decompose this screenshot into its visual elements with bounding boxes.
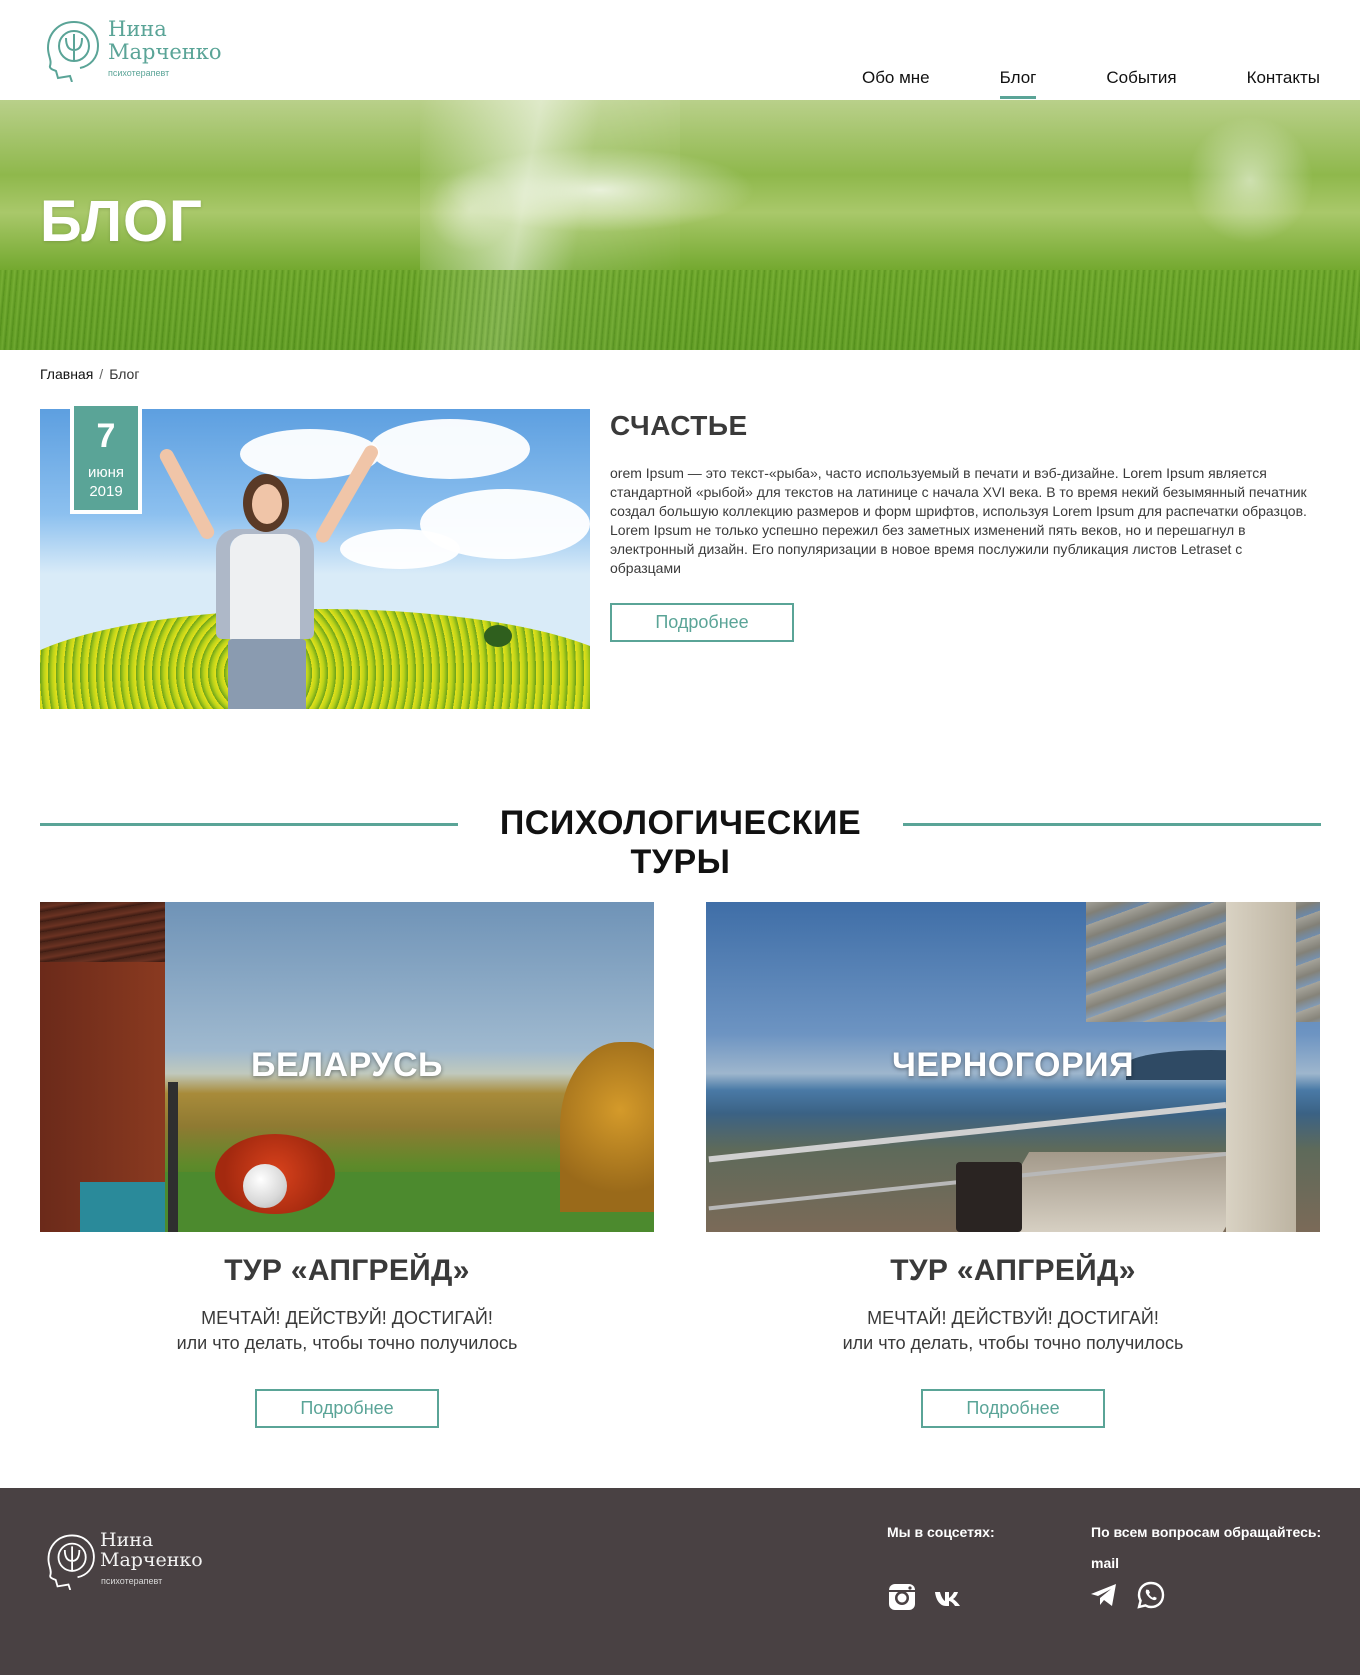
post-date-month: июня xyxy=(87,464,125,481)
logo-name: Нина Марченко xyxy=(108,18,222,64)
psi-head-logo-icon xyxy=(46,21,100,82)
woman-jeans xyxy=(228,639,306,709)
hero-banner: БЛОГ xyxy=(0,100,1360,350)
telegram-icon[interactable] xyxy=(1089,1580,1119,1610)
breadcrumb-current: Блог xyxy=(109,366,140,382)
logo-subtitle: психотерапевт xyxy=(108,68,170,78)
tour-drain-pipe xyxy=(168,1082,178,1232)
post-read-more-button[interactable]: Подробнее xyxy=(610,603,794,642)
nav-item-contacts[interactable]: Контакты xyxy=(1247,68,1320,96)
main-nav: Обо мне Блог События Контакты xyxy=(862,68,1320,99)
woman-shirt xyxy=(230,534,300,644)
cloud-shape xyxy=(340,529,460,569)
site-logo[interactable]: Нина Марченко психотерапевт xyxy=(44,16,224,82)
footer-logo-subtitle: психотерапевт xyxy=(101,1576,163,1586)
section-divider-right xyxy=(903,823,1321,826)
footer-contact-label: По всем вопросам обращайтесь: xyxy=(1091,1524,1322,1540)
post-date-day: 7 xyxy=(96,417,116,455)
tour-description: МЕЧТАЙ! ДЕЙСТВУЙ! ДОСТИГАЙ! или что дела… xyxy=(40,1306,654,1356)
psi-head-logo-icon xyxy=(47,1534,95,1591)
post-title[interactable]: СЧАСТЬЕ xyxy=(610,410,748,442)
page-title: БЛОГ xyxy=(40,189,203,254)
section-divider-left xyxy=(40,823,458,826)
tour-read-more-button[interactable]: Подробнее xyxy=(921,1389,1105,1428)
tour-tagline: МЕЧТАЙ! ДЕЙСТВУЙ! ДОСТИГАЙ! xyxy=(867,1308,1159,1328)
tree-shape xyxy=(484,625,512,647)
footer-logo[interactable]: Нина Марченко психотерапевт xyxy=(44,1530,204,1591)
tour-country-montenegro[interactable]: ЧЕРНОГОРИЯ xyxy=(706,1046,1320,1085)
breadcrumb-separator: / xyxy=(99,366,104,382)
tour-subtitle: или что делать, чтобы точно получилось xyxy=(842,1333,1184,1353)
breadcrumb: Главная / Блог xyxy=(40,366,139,382)
post-date-year: 2019 xyxy=(89,483,123,500)
post-date-badge: 7 июня 2019 xyxy=(70,402,142,514)
hero-grass xyxy=(0,270,1360,350)
tour-chair xyxy=(956,1162,1022,1232)
instagram-icon[interactable] xyxy=(887,1582,917,1612)
woman-face xyxy=(252,484,282,524)
tour-tagline: МЕЧТАЙ! ДЕЙСТВУЙ! ДОСТИГАЙ! xyxy=(201,1308,493,1328)
cloud-shape xyxy=(370,419,530,479)
footer-logo-name-line1: Нина xyxy=(100,1529,154,1551)
vk-icon[interactable] xyxy=(933,1582,965,1612)
tour-read-more-button[interactable]: Подробнее xyxy=(255,1389,439,1428)
nav-item-about[interactable]: Обо мне xyxy=(862,68,930,96)
tour-description: МЕЧТАЙ! ДЕЙСТВУЙ! ДОСТИГАЙ! или что дела… xyxy=(706,1306,1320,1356)
site-header: Нина Марченко психотерапевт Обо мне Блог… xyxy=(0,0,1360,100)
footer-logo-name: Нина Марченко xyxy=(100,1530,203,1570)
logo-name-line2: Марченко xyxy=(108,40,222,64)
tour-name: ТУР «АПГРЕЙД» xyxy=(890,1254,1136,1287)
tour-country-belarus[interactable]: БЕЛАРУСЬ xyxy=(40,1046,654,1085)
site-footer: Нина Марченко психотерапевт Мы в соцсетя… xyxy=(0,1488,1360,1675)
logo-name-line1: Нина xyxy=(108,17,167,41)
footer-social-label: Мы в соцсетях: xyxy=(887,1524,995,1540)
tour-house-base xyxy=(80,1182,165,1232)
footer-mail-link[interactable]: mail xyxy=(1091,1555,1119,1571)
tour-name: ТУР «АПГРЕЙД» xyxy=(224,1254,470,1287)
nav-item-events[interactable]: События xyxy=(1106,68,1176,96)
tour-subtitle: или что делать, чтобы точно получилось xyxy=(176,1333,518,1353)
woman-arm-left xyxy=(157,446,217,542)
nav-item-blog[interactable]: Блог xyxy=(999,68,1036,99)
tours-section-title: ПСИХОЛОГИЧЕСКИЕ ТУРЫ xyxy=(499,804,862,881)
post-excerpt: orem Ipsum — это текст-«рыба», часто исп… xyxy=(610,465,1307,576)
tour-garden-lamp xyxy=(243,1164,287,1208)
tour-house-roof xyxy=(40,902,165,962)
flower-field xyxy=(40,609,590,709)
whatsapp-icon[interactable] xyxy=(1136,1580,1166,1610)
breadcrumb-home-link[interactable]: Главная xyxy=(40,366,93,382)
footer-logo-name-line2: Марченко xyxy=(100,1549,203,1571)
